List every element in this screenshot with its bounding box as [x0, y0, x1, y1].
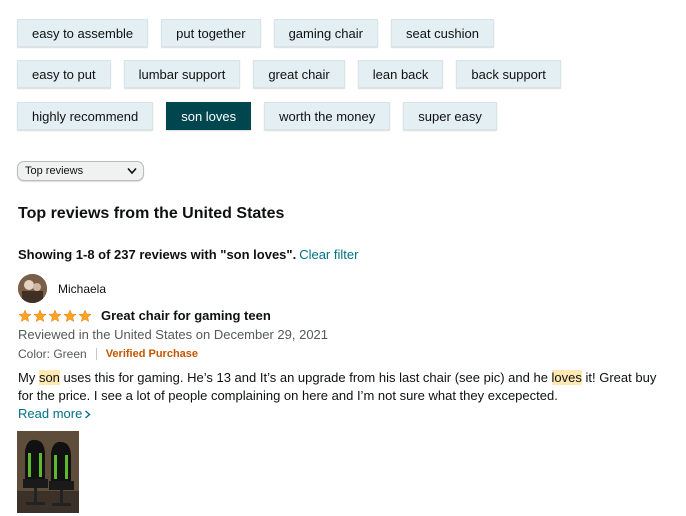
filter-chip-son-loves[interactable]: son loves	[166, 102, 252, 130]
review-meta: Color: Green Verified Purchase	[18, 347, 198, 361]
filter-chip-put-together[interactable]: put together	[161, 19, 261, 47]
highlighted-keyword: loves	[551, 370, 582, 385]
filter-row-2: easy to put lumbar support great chair lean…	[17, 60, 561, 88]
highlighted-keyword: son	[38, 370, 60, 385]
chevron-right-icon	[85, 410, 91, 419]
filter-chip-worth-the-money[interactable]: worth the money	[264, 102, 391, 130]
filter-summary: Showing 1-8 of 237 reviews with "son lov…	[18, 247, 358, 262]
filter-chip-easy-to-put[interactable]: easy to put	[17, 60, 111, 88]
filter-chip-seat-cushion[interactable]: seat cushion	[391, 19, 494, 47]
filter-chip-gaming-chair[interactable]: gaming chair	[273, 19, 378, 47]
filter-chip-back-support[interactable]: back support	[456, 60, 561, 88]
star-icon	[48, 308, 62, 322]
showing-count-text: Showing 1-8 of 237 reviews with "son lov…	[18, 247, 297, 262]
filter-chip-lean-back[interactable]: lean back	[357, 60, 444, 88]
filter-chip-super-easy[interactable]: super easy	[403, 102, 497, 130]
filter-chip-highly-recommend[interactable]: highly recommend	[17, 102, 154, 130]
avatar-photo-icon	[18, 274, 47, 303]
star-icon	[18, 308, 32, 322]
gaming-chairs-photo-icon	[17, 431, 79, 513]
review-text-segment: uses this for gaming. He’s 13 and It’s a…	[59, 370, 552, 385]
reviewer-name: Michaela	[58, 281, 107, 296]
read-more-label: Read more	[18, 406, 83, 421]
sort-selected-label: Top reviews	[25, 165, 84, 177]
meta-divider	[95, 348, 97, 360]
variant-label[interactable]: Color: Green	[18, 347, 87, 361]
reviewer-profile[interactable]: Michaela	[18, 274, 106, 303]
verified-purchase-badge: Verified Purchase	[105, 348, 199, 360]
review-header: Great chair for gaming teen	[18, 308, 271, 323]
avatar	[18, 274, 47, 303]
chevron-down-icon	[127, 167, 137, 175]
review-text-segment: My	[18, 370, 39, 385]
sort-dropdown[interactable]: Top reviews	[17, 161, 144, 181]
read-more-link[interactable]: Read more	[18, 406, 91, 421]
filter-row-1: easy to assemble put together gaming chair…	[17, 19, 494, 47]
section-title: Top reviews from the United States	[18, 205, 285, 222]
filter-row-3: highly recommend son loves worth the money…	[17, 102, 497, 130]
clear-filter-link[interactable]: Clear filter	[299, 247, 358, 262]
star-icon	[78, 308, 92, 322]
filter-chip-easy-to-assemble[interactable]: easy to assemble	[17, 19, 149, 47]
filter-chip-lumbar-support[interactable]: lumbar support	[123, 60, 241, 88]
review-image-thumbnail[interactable]	[17, 431, 79, 513]
filter-chip-great-chair[interactable]: great chair	[253, 60, 345, 88]
review-date: Reviewed in the United States on Decembe…	[18, 327, 329, 342]
star-icon	[63, 308, 77, 322]
star-icon	[33, 308, 47, 322]
star-rating[interactable]	[18, 308, 92, 323]
review-title[interactable]: Great chair for gaming teen	[101, 308, 271, 323]
review-body: My son uses this for gaming. He’s 13 and…	[18, 369, 668, 404]
